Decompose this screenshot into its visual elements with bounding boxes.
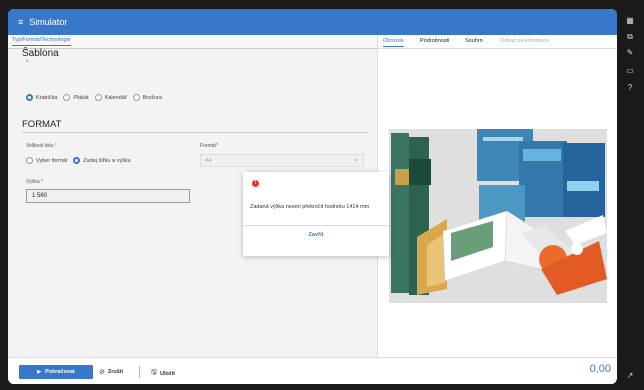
help-icon[interactable]: ? [624, 83, 636, 92]
error-message: Zadaná výška nesmí překročit hodnotu 141… [250, 204, 370, 210]
save-label: Uložit [159, 370, 175, 377]
required-mark: * [26, 60, 29, 66]
radio-plakat[interactable]: Plakát [63, 94, 89, 101]
template-radio-group: Krabička Plakát Kalendář Brožura [26, 94, 168, 101]
cancel-label: Zrušit [107, 369, 124, 375]
height-label: Výška * [26, 179, 43, 185]
tab-details[interactable]: Podrobnosti [420, 38, 449, 44]
continue-label: Pokračovat [45, 369, 75, 375]
play-icon: ▶ [37, 369, 42, 375]
radio-label: Zadej šířku a výšku [83, 157, 131, 164]
continue-button[interactable]: ▶ Pokračovat [19, 365, 93, 379]
sheet-size-label: Velikost listu * [26, 143, 57, 149]
product-preview-image [389, 129, 607, 303]
side-toolbar: ▦ ⧉ ✎ ▭ ? ↗ [618, 9, 644, 390]
edit-icon[interactable]: ✎ [624, 48, 636, 57]
radio-selected-icon[interactable] [73, 157, 81, 164]
save-button[interactable]: 🖫 Uložit [151, 368, 175, 379]
tab-type-format-technology[interactable]: Typ/Formát/Technologie [12, 37, 71, 46]
tab-info-link[interactable]: Odkaz na informace [500, 38, 549, 44]
copy-icon[interactable]: ⧉ [624, 32, 636, 42]
radio-label: Brožura [142, 94, 162, 101]
cancel-button[interactable]: ⊘ Zrušit [99, 368, 123, 376]
format-select-value: A4 [205, 158, 212, 164]
format-heading: FORMAT [22, 119, 62, 130]
template-heading: Šablona [22, 48, 59, 59]
radio-krabicka[interactable]: Krabička [26, 94, 57, 101]
footer-bar: ▶ Pokračovat ⊘ Zrušit 🖫 Uložit 0,00 [8, 357, 617, 384]
tab-summary[interactable]: Souhrn [465, 38, 483, 44]
size-radio-group: Vyber formát Zadej šířku a výšku [26, 157, 137, 164]
format-select[interactable]: A4 ▼ [200, 154, 364, 167]
preview-panel: Obrázek Podrobnosti Souhrn Odkaz na info… [378, 35, 617, 357]
app-header: ≡ Simulator [8, 9, 617, 35]
save-icon: 🖫 [151, 369, 157, 376]
height-input[interactable]: 1 560 [26, 189, 190, 203]
simulator-window: ≡ Simulator Typ/Formát/Technologie Šablo… [8, 9, 617, 384]
radio-icon[interactable] [132, 94, 140, 101]
footer-separator [139, 366, 140, 378]
chevron-down-icon: ▼ [353, 158, 358, 164]
app-title: Simulator [29, 17, 68, 27]
radio-kalendar[interactable]: Kalendář [94, 94, 127, 101]
error-icon: ! [252, 180, 259, 187]
radio-label: Plakát [73, 94, 89, 101]
format-divider [22, 132, 368, 133]
radio-label: Kalendář [104, 94, 127, 101]
radio-brozura[interactable]: Brožura [132, 94, 162, 101]
radio-width-height[interactable]: Zadej šířku a výšku [73, 157, 131, 164]
close-button[interactable]: Zavřít [243, 232, 389, 238]
hamburger-icon[interactable]: ≡ [18, 17, 23, 27]
radio-icon[interactable] [63, 94, 71, 101]
cancel-icon: ⊘ [99, 369, 105, 376]
inbox-icon[interactable]: ▭ [624, 66, 636, 75]
radio-selected-icon[interactable] [26, 94, 33, 101]
external-link-icon[interactable]: ↗ [624, 371, 636, 380]
preview-tabbar: Obrázek Podrobnosti Souhrn Odkaz na info… [378, 35, 617, 49]
radio-label: Vyber formát [36, 157, 68, 164]
price-total: 0,00 [589, 363, 611, 375]
dialog-divider [243, 225, 389, 226]
radio-icon[interactable] [26, 157, 33, 164]
left-tabbar: Typ/Formát/Technologie [8, 35, 377, 49]
format-label: Formát* [200, 143, 218, 149]
tab-image[interactable]: Obrázek [383, 38, 404, 47]
grid-icon[interactable]: ▦ [624, 16, 636, 25]
radio-label: Krabička [36, 94, 58, 101]
error-dialog: ! Zadaná výška nesmí překročit hodnotu 1… [243, 172, 389, 256]
radio-choose-format[interactable]: Vyber formát [26, 157, 67, 164]
radio-icon[interactable] [94, 94, 102, 101]
